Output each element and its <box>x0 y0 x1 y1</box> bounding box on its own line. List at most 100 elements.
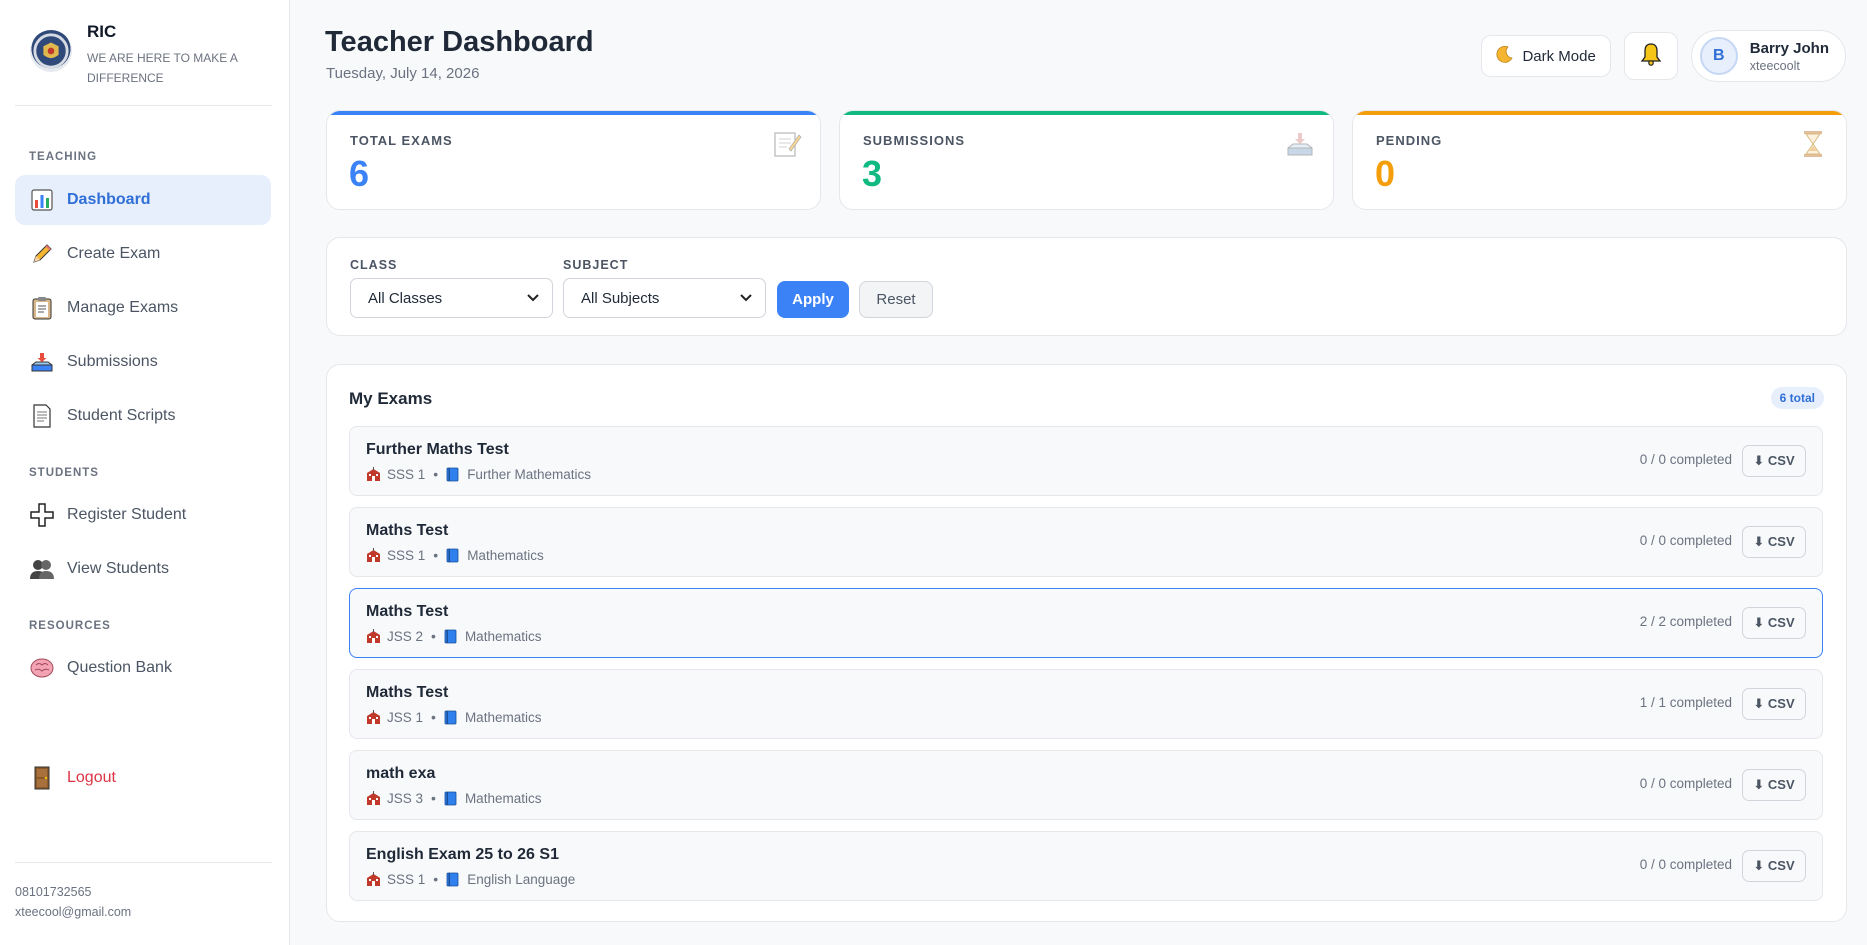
stat-accent-bar <box>840 111 1333 115</box>
stat-label: SUBMISSIONS <box>863 133 966 148</box>
memo-icon <box>772 129 802 159</box>
exam-progress: 0 / 0 completed <box>1639 452 1732 467</box>
user-name: Barry John <box>1749 39 1829 57</box>
stat-value: 0 <box>1375 153 1396 194</box>
sidebar-item-label: Dashboard <box>67 191 151 208</box>
contact-phone: 08101732565 <box>15 885 92 899</box>
class-select-value: All Classes <box>368 289 443 307</box>
exam-list: Further Maths Test SSS 1 • Further Mathe… <box>349 426 1823 912</box>
exam-class: JSS 1 <box>387 709 424 725</box>
exam-row[interactable]: English Exam 25 to 26 S1 SSS 1 • English… <box>349 831 1823 901</box>
exam-row[interactable]: Maths Test JSS 1 • Mathematics 1 / 1 com… <box>349 669 1823 739</box>
exam-name: math exa <box>366 765 436 782</box>
brain-icon <box>29 655 55 681</box>
door-icon <box>29 765 55 791</box>
download-csv-button[interactable]: ⬇ CSV <box>1742 607 1806 639</box>
sidebar-item-label: Register Student <box>67 506 187 523</box>
user-handle: xteecoolt <box>1749 58 1800 73</box>
sidebar-item-question-bank[interactable]: Question Bank <box>15 643 271 693</box>
exam-name: English Exam 25 to 26 S1 <box>366 846 559 863</box>
separator-dot: • <box>433 547 439 563</box>
sidebar-item-manage-exams[interactable]: Manage Exams <box>15 283 271 333</box>
sidebar-item-dashboard[interactable]: Dashboard <box>15 175 271 225</box>
topbar: Dark Mode B Barry John xteecoolt <box>1481 30 1846 82</box>
exam-name: Maths Test <box>366 603 449 620</box>
logout-button[interactable]: Logout <box>15 753 271 803</box>
dark-mode-button[interactable]: Dark Mode <box>1481 35 1611 77</box>
exam-row[interactable]: Maths Test JSS 2 • Mathematics 2 / 2 com… <box>349 588 1823 658</box>
exam-class: SSS 1 <box>387 466 426 482</box>
download-csv-button[interactable]: ⬇ CSV <box>1742 688 1806 720</box>
sidebar-item-label: View Students <box>67 560 169 577</box>
hourglass-icon <box>1798 129 1828 159</box>
subject-select[interactable]: All Subjects <box>563 278 766 318</box>
stat-accent-bar <box>1353 111 1846 115</box>
school-icon <box>366 466 381 482</box>
exam-meta: JSS 1 • Mathematics <box>366 709 541 725</box>
sidebar-item-view-students[interactable]: View Students <box>15 544 271 594</box>
stat-label: TOTAL EXAMS <box>350 133 453 148</box>
exam-class: SSS 1 <box>387 547 426 563</box>
exam-row[interactable]: Further Maths Test SSS 1 • Further Mathe… <box>349 426 1823 496</box>
subject-filter-label: SUBJECT <box>563 258 629 272</box>
exam-subject: Mathematics <box>467 547 544 563</box>
download-csv-button[interactable]: ⬇ CSV <box>1742 769 1806 801</box>
reset-button[interactable]: Reset <box>859 281 933 318</box>
separator-dot: • <box>433 871 439 887</box>
exam-subject: Mathematics <box>464 628 542 644</box>
exam-class: JSS 2 <box>387 628 424 644</box>
download-csv-button[interactable]: ⬇ CSV <box>1742 445 1806 477</box>
brand-tagline: WE ARE HERE TO MAKE A DIFFERENCE <box>87 51 238 85</box>
sidebar-item-label: Submissions <box>67 353 158 370</box>
download-csv-button[interactable]: ⬇ CSV <box>1742 850 1806 882</box>
exam-progress: 1 / 1 completed <box>1639 695 1732 710</box>
my-exams-panel: My Exams 6 total Further Maths Test SSS … <box>326 364 1847 922</box>
exam-meta: SSS 1 • Further Mathematics <box>366 466 591 482</box>
class-filter-label: CLASS <box>350 258 398 272</box>
sidebar-item-register-student[interactable]: Register Student <box>15 490 271 540</box>
exam-subject: Further Mathematics <box>467 466 591 482</box>
subject-select-value: All Subjects <box>581 289 660 307</box>
sidebar-item-label: Question Bank <box>67 659 172 676</box>
class-select[interactable]: All Classes <box>350 278 553 318</box>
apply-button[interactable]: Apply <box>777 281 849 318</box>
people-icon <box>29 556 55 582</box>
nav-section-students: STUDENTS <box>29 467 99 479</box>
user-menu[interactable]: B Barry John xteecoolt <box>1690 30 1846 82</box>
download-csv-button[interactable]: ⬇ CSV <box>1742 526 1806 558</box>
school-icon <box>366 790 381 806</box>
exam-progress: 0 / 0 completed <box>1639 857 1732 872</box>
exam-meta: SSS 1 • Mathematics <box>366 547 544 563</box>
brand[interactable]: RIC WE ARE HERE TO MAKE A DIFFERENCE <box>30 20 275 88</box>
sidebar-item-submissions[interactable]: Submissions <box>15 337 271 387</box>
exam-row[interactable]: Maths Test SSS 1 • Mathematics 0 / 0 com… <box>349 507 1823 577</box>
count-badge: 6 total <box>1770 387 1824 409</box>
section-title: My Exams <box>349 389 433 408</box>
divider <box>15 862 272 863</box>
book-icon <box>444 710 459 725</box>
separator-dot: • <box>431 790 436 806</box>
avatar: B <box>1699 37 1738 75</box>
exam-progress: 0 / 0 completed <box>1639 776 1732 791</box>
sidebar-item-label: Manage Exams <box>67 299 179 316</box>
separator-dot: • <box>431 628 436 644</box>
sidebar-item-label: Create Exam <box>67 245 161 262</box>
inbox-tray-icon <box>1285 129 1315 159</box>
exam-row[interactable]: math exa JSS 3 • Mathematics 0 / 0 compl… <box>349 750 1823 820</box>
sidebar-item-create-exam[interactable]: Create Exam <box>15 229 271 279</box>
notifications-button[interactable] <box>1623 32 1678 80</box>
book-icon <box>446 467 461 482</box>
school-icon <box>366 871 381 887</box>
nav-section-resources: RESOURCES <box>29 620 111 632</box>
stat-value: 6 <box>349 153 370 194</box>
exam-meta: JSS 2 • Mathematics <box>366 628 541 644</box>
book-icon <box>444 791 459 806</box>
exam-progress: 2 / 2 completed <box>1639 614 1732 629</box>
book-icon <box>446 548 461 563</box>
school-icon <box>366 709 381 725</box>
sidebar: RIC WE ARE HERE TO MAKE A DIFFERENCE TEA… <box>0 0 290 945</box>
sidebar-item-student-scripts[interactable]: Student Scripts <box>15 391 271 441</box>
exam-subject: Mathematics <box>464 709 542 725</box>
separator-dot: • <box>433 466 439 482</box>
stat-card-submissions: SUBMISSIONS 3 <box>839 110 1334 210</box>
